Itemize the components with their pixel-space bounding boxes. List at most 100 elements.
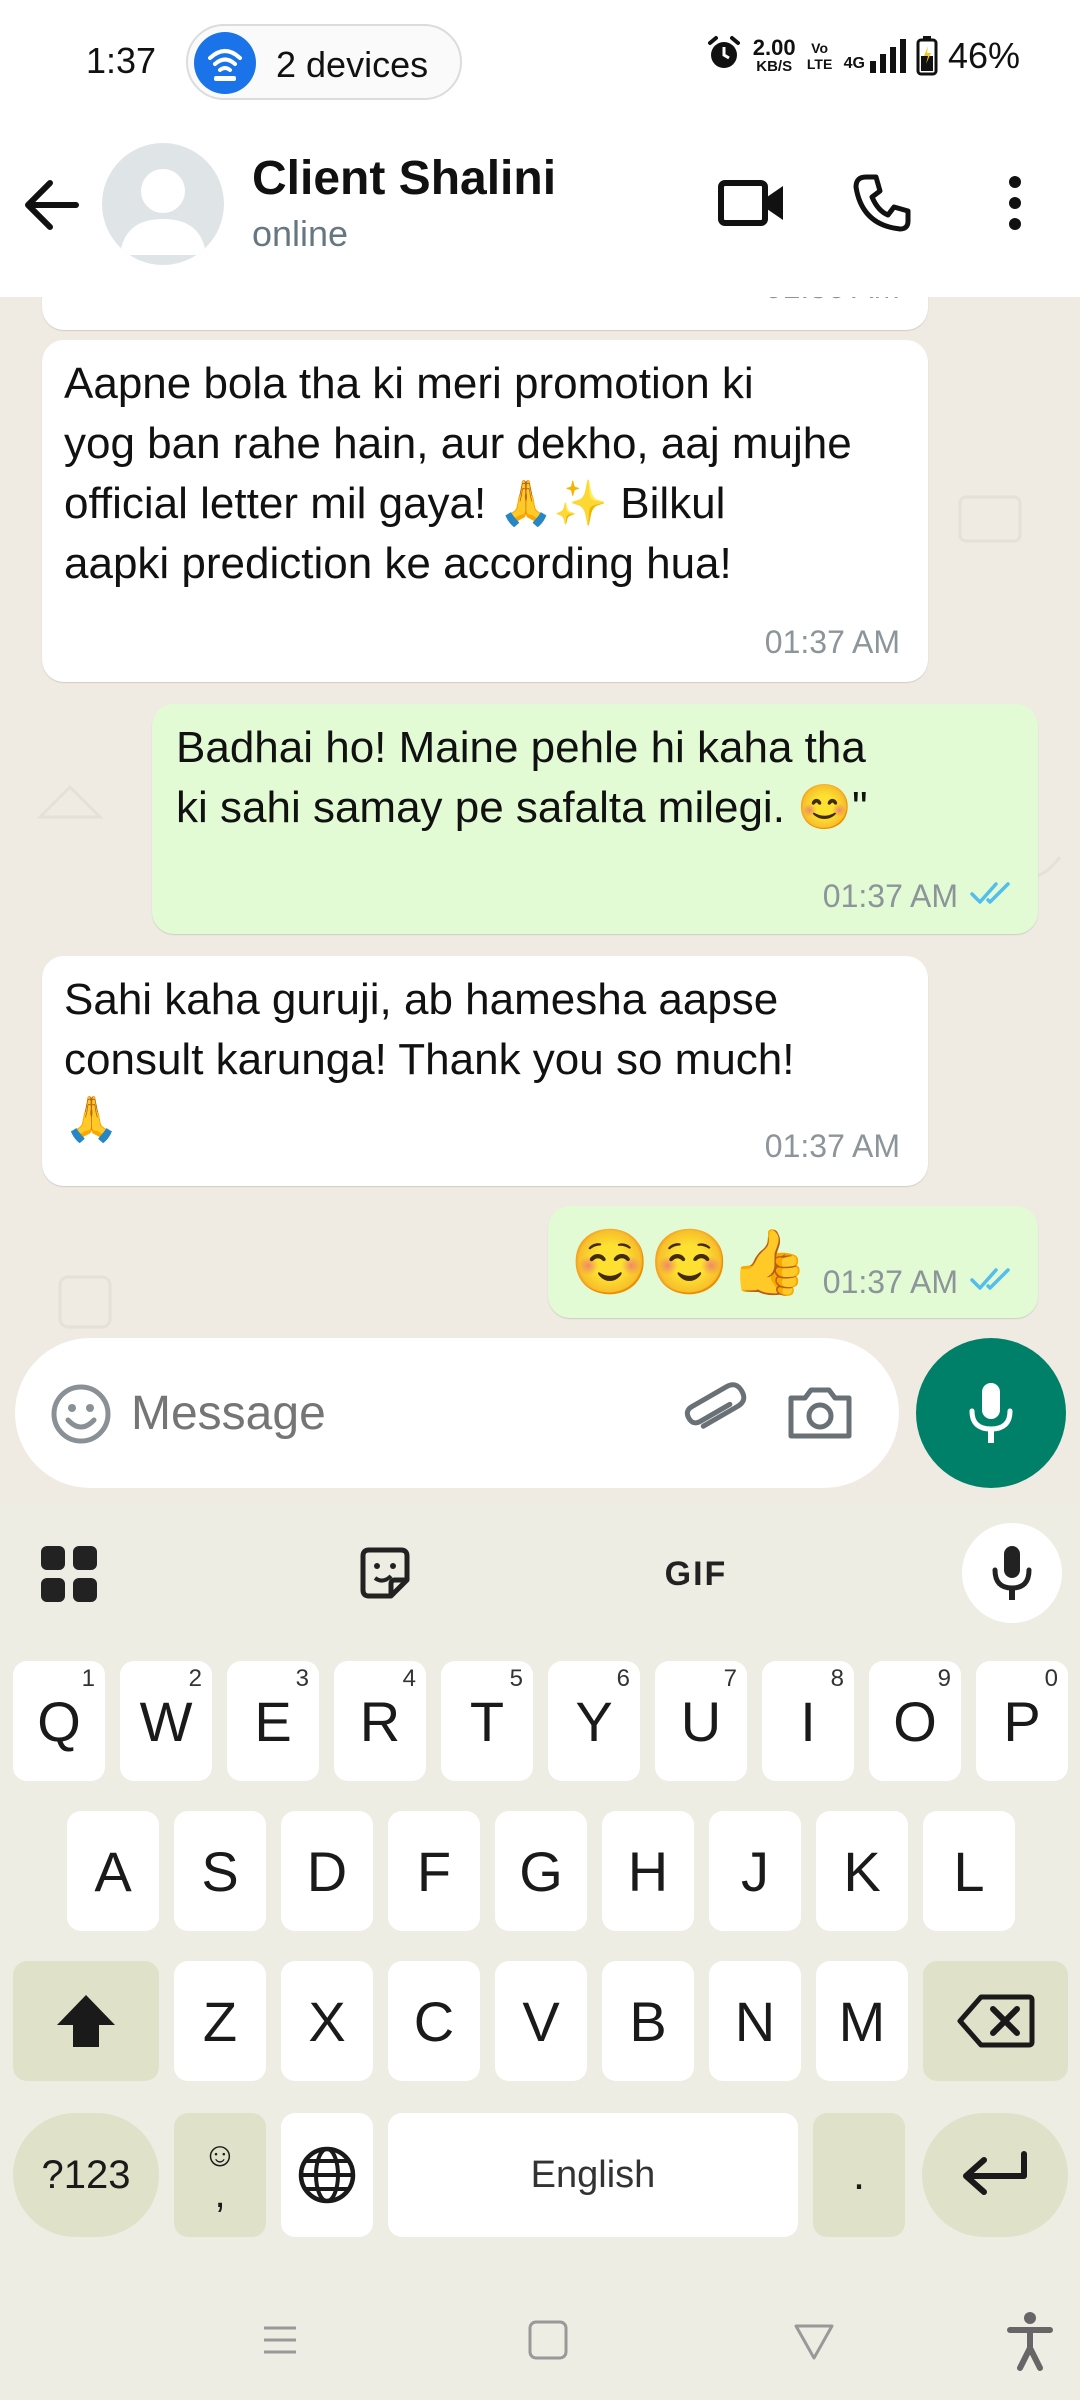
message-bubble-outgoing[interactable]: Badhai ho! Maine pehle hi kaha tha ki sa… [152,704,1038,934]
key-g[interactable]: G [495,1811,587,1931]
message-line: Sahi kaha guruji, ab hamesha aapse [64,975,779,1024]
language-key[interactable] [281,2113,373,2237]
sticker-button[interactable] [352,1541,418,1607]
key-label: L [953,1839,985,1903]
recents-button[interactable] [250,2310,310,2370]
key-hint: 4 [402,1665,416,1692]
microphone-icon [969,1383,1013,1443]
key-k[interactable]: K [816,1811,908,1931]
contact-name[interactable]: Client Shalini [252,151,556,206]
key-h[interactable]: H [602,1811,694,1931]
key-label: X [308,1989,346,2053]
message-input[interactable] [131,1368,671,1458]
key-label: K [843,1839,881,1903]
key-label: Q [37,1689,81,1753]
key-u[interactable]: U7 [655,1661,747,1781]
alarm-icon [705,34,743,77]
key-x[interactable]: X [281,1961,373,2081]
shift-icon [57,1995,115,2047]
key-i[interactable]: I8 [762,1661,854,1781]
message-bubble-outgoing[interactable]: ☺️☺️👍 01:37 AM [548,1206,1038,1318]
gif-button[interactable]: GIF [656,1541,736,1607]
period-label: . [852,2150,866,2199]
battery-icon [916,35,938,75]
more-options-button[interactable] [975,163,1055,243]
message-bubble-incoming[interactable]: Sahi kaha guruji, ab hamesha aapse consu… [42,956,928,1186]
message-time: 01:37 AM [764,1128,900,1164]
soft-keyboard: GIF Q1 W2 E3 R4 T5 Y6 U7 I8 O9 P0 A S D … [0,1503,1080,2400]
emoji-button[interactable] [49,1382,113,1446]
shift-key[interactable] [13,1961,159,2081]
key-e[interactable]: E3 [227,1661,319,1781]
key-t[interactable]: T5 [441,1661,533,1781]
key-b[interactable]: B [602,1961,694,2081]
symbols-key[interactable]: ?123 [13,2113,159,2237]
message-bubble-incoming[interactable]: Aapne bola tha ki meri promotion ki yog … [42,340,928,682]
message-text: ☺️☺️👍 [570,1226,810,1298]
key-p[interactable]: P0 [976,1661,1068,1781]
space-key[interactable]: English [388,2113,798,2237]
key-hint: 1 [81,1665,95,1692]
accessibility-button[interactable] [1000,2308,1060,2372]
emoji-icon [51,1384,111,1444]
key-w[interactable]: W2 [120,1661,212,1781]
message-time: 01:37 AM [822,878,958,914]
emoji-comma-key[interactable]: ☺ , [174,2113,266,2237]
voice-typing-button[interactable] [962,1523,1062,1623]
key-s[interactable]: S [174,1811,266,1931]
message-list[interactable]: 01:36 AM Aapne bola tha ki meri promotio… [0,297,1080,1503]
voice-message-button[interactable] [916,1338,1066,1488]
backspace-icon [957,1994,1034,2048]
home-button[interactable] [518,2310,578,2370]
message-time: 01:37 AM [822,1264,958,1300]
contact-avatar[interactable] [102,143,224,265]
key-v[interactable]: V [495,1961,587,2081]
key-z[interactable]: Z [174,1961,266,2081]
key-o[interactable]: O9 [869,1661,961,1781]
signal-icon [869,38,906,73]
key-q[interactable]: Q1 [13,1661,105,1781]
back-button[interactable] [20,165,84,245]
key-label: H [627,1839,669,1903]
microphone-icon [992,1546,1032,1600]
back-nav-button[interactable] [784,2310,844,2370]
key-j[interactable]: J [709,1811,801,1931]
sticker-icon [360,1547,410,1599]
key-r[interactable]: R4 [334,1661,426,1781]
message-bubble-incoming[interactable]: 01:36 AM [42,297,928,330]
enter-key[interactable] [922,2113,1068,2237]
comma-key-label: , [214,2172,226,2216]
message-text: Badhai ho! Maine pehle hi kaha tha ki sa… [176,718,868,838]
key-label: U [680,1689,722,1753]
key-label: G [519,1839,563,1903]
voice-call-button[interactable] [842,163,922,243]
key-n[interactable]: N [709,1961,801,2081]
network-type: 4G [843,54,865,72]
phone-icon [853,174,911,232]
video-call-button[interactable] [712,163,792,243]
apps-grid-button[interactable] [36,1541,102,1607]
camera-icon [788,1387,852,1439]
connected-devices-pill[interactable]: 2 devices [186,24,462,100]
menu-lines-icon [264,2326,296,2354]
key-l[interactable]: L [923,1811,1015,1931]
key-label: B [629,1989,667,2053]
key-a[interactable]: A [67,1811,159,1931]
key-c[interactable]: C [388,1961,480,2081]
grid-icon [41,1546,97,1602]
period-key[interactable]: . [813,2113,905,2237]
key-d[interactable]: D [281,1811,373,1931]
key-y[interactable]: Y6 [548,1661,640,1781]
key-m[interactable]: M [816,1961,908,2081]
key-label: F [416,1839,452,1903]
more-vertical-icon [1009,176,1021,230]
key-f[interactable]: F [388,1811,480,1931]
network-speed-unit: KB/S [756,57,793,75]
key-label: D [306,1839,348,1903]
backspace-key[interactable] [923,1961,1068,2081]
status-bar: 1:37 2 devices 2.00 KB/S Vo LTE 4G 46% [0,0,1080,125]
devices-label: 2 devices [276,44,429,85]
status-time: 1:37 [86,40,157,81]
camera-button[interactable] [785,1378,855,1448]
attach-button[interactable] [677,1378,747,1448]
